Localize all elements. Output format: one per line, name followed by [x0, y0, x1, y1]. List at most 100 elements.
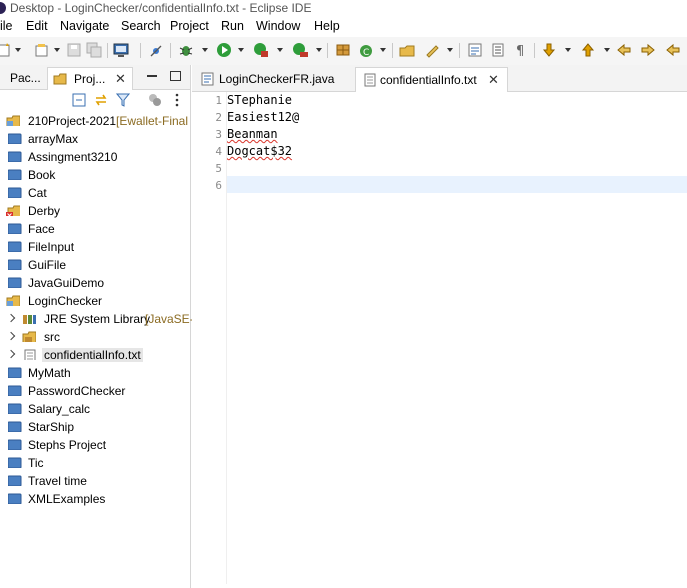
menu-help[interactable]: Help — [314, 19, 340, 33]
folder-icon — [8, 259, 22, 270]
tree-item-passwordchecker[interactable]: PasswordChecker — [0, 382, 190, 400]
view-tab-bar: Pac... Proj... ✕ — [0, 65, 190, 90]
open-type-icon[interactable] — [399, 42, 415, 58]
folder-icon — [8, 403, 22, 414]
expand-arrow-icon[interactable] — [6, 313, 16, 323]
tree-item-src[interactable]: src — [0, 328, 190, 346]
tree-item-fileinput[interactable]: FileInput — [0, 238, 190, 256]
folder-icon — [8, 493, 22, 504]
tree-item-confidentialinfo-txt[interactable]: confidentialInfo.txt — [0, 346, 190, 364]
menu-window[interactable]: Window — [256, 19, 300, 33]
project-explorer-panel: Pac... Proj... ✕ 210Project-2021 [Ewalle… — [0, 65, 200, 588]
line-number: 3 — [215, 128, 222, 141]
tree-item-starship[interactable]: StarShip — [0, 418, 190, 436]
tree-item-mymath[interactable]: MyMath — [0, 364, 190, 382]
tree-item-loginchecker[interactable]: LoginChecker — [0, 292, 190, 310]
menu-search[interactable]: Search — [121, 19, 161, 33]
title-bar: Desktop - LoginChecker/confidentialInfo.… — [0, 0, 687, 17]
filter-icon[interactable] — [116, 93, 130, 107]
folder-error-icon — [6, 205, 20, 216]
save-all-icon[interactable] — [86, 42, 102, 58]
code-line-1[interactable]: STephanie — [227, 93, 292, 107]
forward-icon[interactable] — [665, 42, 681, 58]
tree-item-guifile[interactable]: GuiFile — [0, 256, 190, 274]
line-number: 1 — [215, 94, 222, 107]
next-annotation-icon[interactable] — [541, 42, 557, 58]
folder-icon — [8, 385, 22, 396]
line-number: 6 — [215, 179, 222, 192]
tree-item-xmlexamples[interactable]: XMLExamples — [0, 490, 190, 508]
console-icon[interactable] — [113, 42, 129, 58]
tab-confidentialinfo-txt[interactable]: confidentialInfo.txt ✕ — [355, 67, 508, 92]
debug-icon[interactable] — [178, 42, 194, 58]
tab-loginchecker-java[interactable]: LoginCheckerFR.java — [195, 67, 353, 91]
previous-annotation-icon[interactable] — [580, 42, 596, 58]
maximize-icon[interactable] — [170, 71, 181, 81]
tree-item-tic[interactable]: Tic — [0, 454, 190, 472]
tree-item-salary-calc[interactable]: Salary_calc — [0, 400, 190, 418]
new-project-icon[interactable] — [34, 42, 50, 58]
current-line-highlight — [227, 176, 687, 193]
new-icon[interactable] — [0, 42, 12, 58]
window-title: Desktop - LoginChecker/confidentialInfo.… — [10, 1, 312, 15]
tree-item-assingment3210[interactable]: Assingment3210 — [0, 148, 190, 166]
close-icon[interactable]: ✕ — [115, 68, 126, 90]
tree-item-jre-system-library[interactable]: JRE System Library [JavaSE-1 — [0, 310, 200, 328]
project-explorer-icon — [53, 73, 67, 85]
last-edit-location-icon[interactable] — [616, 42, 632, 58]
expand-arrow-icon[interactable] — [6, 349, 16, 359]
show-whitespace-icon[interactable]: ¶ — [513, 42, 529, 58]
tab-package-explorer[interactable]: Pac... — [0, 67, 44, 89]
tree-item-210project-2021[interactable]: 210Project-2021 [Ewallet-Final — [0, 112, 190, 130]
back-icon[interactable] — [640, 42, 656, 58]
menu-file[interactable]: ile — [0, 19, 13, 33]
tree-item-derby[interactable]: Derby — [0, 202, 190, 220]
menu-project[interactable]: Project — [170, 19, 209, 33]
toggle-block-selection-icon[interactable] — [490, 42, 506, 58]
expand-arrow-icon[interactable] — [6, 331, 16, 341]
skip-breakpoints-icon[interactable] — [148, 42, 164, 58]
main-toolbar: C ¶ — [0, 37, 687, 65]
minimize-icon[interactable] — [147, 75, 157, 77]
line-number: 4 — [215, 145, 222, 158]
external-tools-icon[interactable] — [292, 42, 308, 58]
view-menu-icon[interactable] — [172, 93, 182, 107]
code-line-3[interactable]: Beanman — [227, 127, 278, 141]
focus-icon[interactable] — [148, 93, 162, 107]
folder-icon — [8, 133, 22, 144]
folder-icon — [8, 457, 22, 468]
tree-item-stephs-project[interactable]: Stephs Project — [0, 436, 190, 454]
open-task-icon[interactable] — [424, 42, 440, 58]
tree-item-cat[interactable]: Cat — [0, 184, 190, 202]
new-java-class-icon[interactable]: C — [358, 42, 374, 58]
tree-item-arraymax[interactable]: arrayMax — [0, 130, 190, 148]
coverage-icon[interactable] — [253, 42, 269, 58]
java-file-icon — [201, 72, 214, 86]
menu-navigate[interactable]: Navigate — [60, 19, 109, 33]
menu-edit[interactable]: Edit — [26, 19, 48, 33]
line-number-ruler: 1 2 3 4 5 6 — [192, 92, 226, 588]
view-toolbar — [0, 90, 190, 112]
text-editor[interactable]: STephanie Easiest12@ Beanman Dogcat$32 — [227, 92, 687, 588]
link-with-editor-icon[interactable] — [94, 93, 108, 107]
new-java-package-icon[interactable] — [335, 42, 351, 58]
toggle-markdown-icon[interactable] — [467, 42, 483, 58]
svg-text:¶: ¶ — [516, 44, 524, 58]
menu-bar: ile Edit Navigate Search Project Run Win… — [0, 17, 687, 37]
save-icon[interactable] — [66, 42, 82, 58]
code-line-2[interactable]: Easiest12@ — [227, 110, 299, 124]
tree-item-face[interactable]: Face — [0, 220, 190, 238]
tree-item-book[interactable]: Book — [0, 166, 190, 184]
tab-project-explorer[interactable]: Proj... ✕ — [47, 67, 133, 90]
code-line-4[interactable]: Dogcat$32 — [227, 144, 292, 158]
collapse-all-icon[interactable] — [72, 93, 86, 107]
close-icon[interactable]: ✕ — [488, 68, 499, 92]
project-folder-icon — [6, 115, 20, 126]
tree-item-javaguidemo[interactable]: JavaGuiDemo — [0, 274, 190, 292]
text-file-icon — [24, 349, 36, 360]
tree-item-travel-time[interactable]: Travel time — [0, 472, 190, 490]
run-icon[interactable] — [216, 42, 232, 58]
folder-icon — [8, 421, 22, 432]
menu-run[interactable]: Run — [221, 19, 244, 33]
folder-icon — [8, 439, 22, 450]
